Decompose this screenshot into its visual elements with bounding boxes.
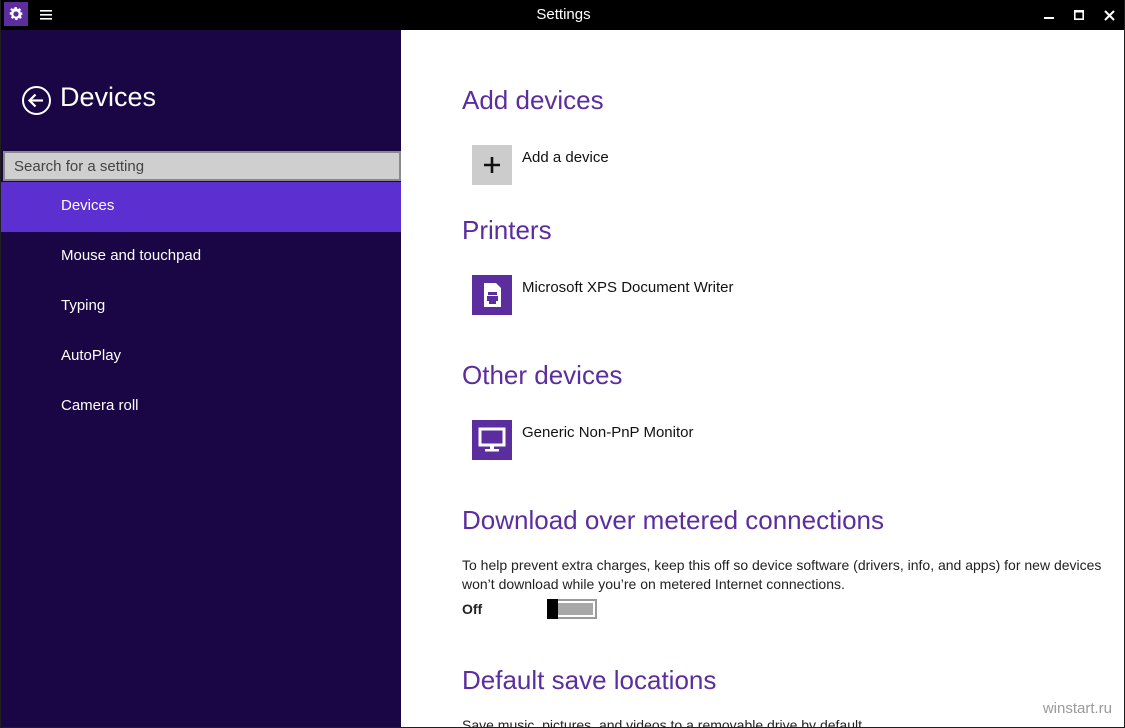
add-devices-heading: Add devices xyxy=(462,85,604,115)
sidebar-item-mouse-and-touchpad[interactable]: Mouse and touchpad xyxy=(1,232,401,282)
sidebar-item-label: Typing xyxy=(61,297,106,314)
metered-toggle-state: Off xyxy=(462,601,483,617)
toggle-thumb xyxy=(547,599,558,619)
minimize-button[interactable] xyxy=(1034,0,1064,30)
search-box[interactable] xyxy=(3,151,401,181)
monitor-label: Generic Non-PnP Monitor xyxy=(522,424,694,441)
monitor-item[interactable]: Generic Non-PnP Monitor xyxy=(472,420,693,460)
printer-label: Microsoft XPS Document Writer xyxy=(522,279,734,296)
printer-icon xyxy=(472,275,512,315)
sidebar-item-autoplay[interactable]: AutoPlay xyxy=(1,332,401,382)
maximize-icon xyxy=(1074,10,1084,20)
sidebar: Devices Devices Mouse and touchpad Typin… xyxy=(1,30,401,727)
watermark: winstart.ru xyxy=(1042,700,1112,717)
sidebar-item-label: AutoPlay xyxy=(61,347,122,364)
minimize-icon xyxy=(1044,17,1054,19)
sidebar-item-typing[interactable]: Typing xyxy=(1,282,401,332)
main-content: Add devices Add a device Printers Micros… xyxy=(402,30,1124,728)
sidebar-nav: Devices Mouse and touchpad Typing AutoPl… xyxy=(1,182,401,432)
back-button[interactable] xyxy=(21,85,52,116)
monitor-icon xyxy=(472,420,512,460)
close-button[interactable] xyxy=(1094,0,1124,30)
metered-heading: Download over metered connections xyxy=(462,505,885,535)
printer-item[interactable]: Microsoft XPS Document Writer xyxy=(472,275,733,315)
page-title: Devices xyxy=(60,82,157,112)
title-bar: Settings xyxy=(1,0,1124,30)
printers-heading: Printers xyxy=(462,215,552,245)
sidebar-item-devices[interactable]: Devices xyxy=(1,182,401,232)
search-input[interactable] xyxy=(5,153,399,179)
window-title: Settings xyxy=(536,6,591,23)
sidebar-item-camera-roll[interactable]: Camera roll xyxy=(1,382,401,432)
metered-description: To help prevent extra charges, keep this… xyxy=(462,557,1102,592)
settings-window: Settings Devices Search for a setting De… xyxy=(0,0,1125,728)
sidebar-item-label: Devices xyxy=(61,197,115,214)
other-devices-heading: Other devices xyxy=(462,360,623,390)
add-device-label: Add a device xyxy=(522,149,609,166)
sidebar-item-label: Camera roll xyxy=(61,397,139,414)
sidebar-item-label: Mouse and touchpad xyxy=(61,247,202,264)
save-locations-description: Save music, pictures, and videos to a re… xyxy=(462,717,866,728)
plus-icon xyxy=(472,145,512,185)
maximize-button[interactable] xyxy=(1064,0,1094,30)
add-device-button[interactable]: Add a device xyxy=(472,145,609,185)
metered-toggle[interactable] xyxy=(547,599,597,619)
save-locations-heading: Default save locations xyxy=(462,665,717,695)
back-arrow-icon xyxy=(22,86,51,115)
close-icon xyxy=(1103,9,1115,21)
